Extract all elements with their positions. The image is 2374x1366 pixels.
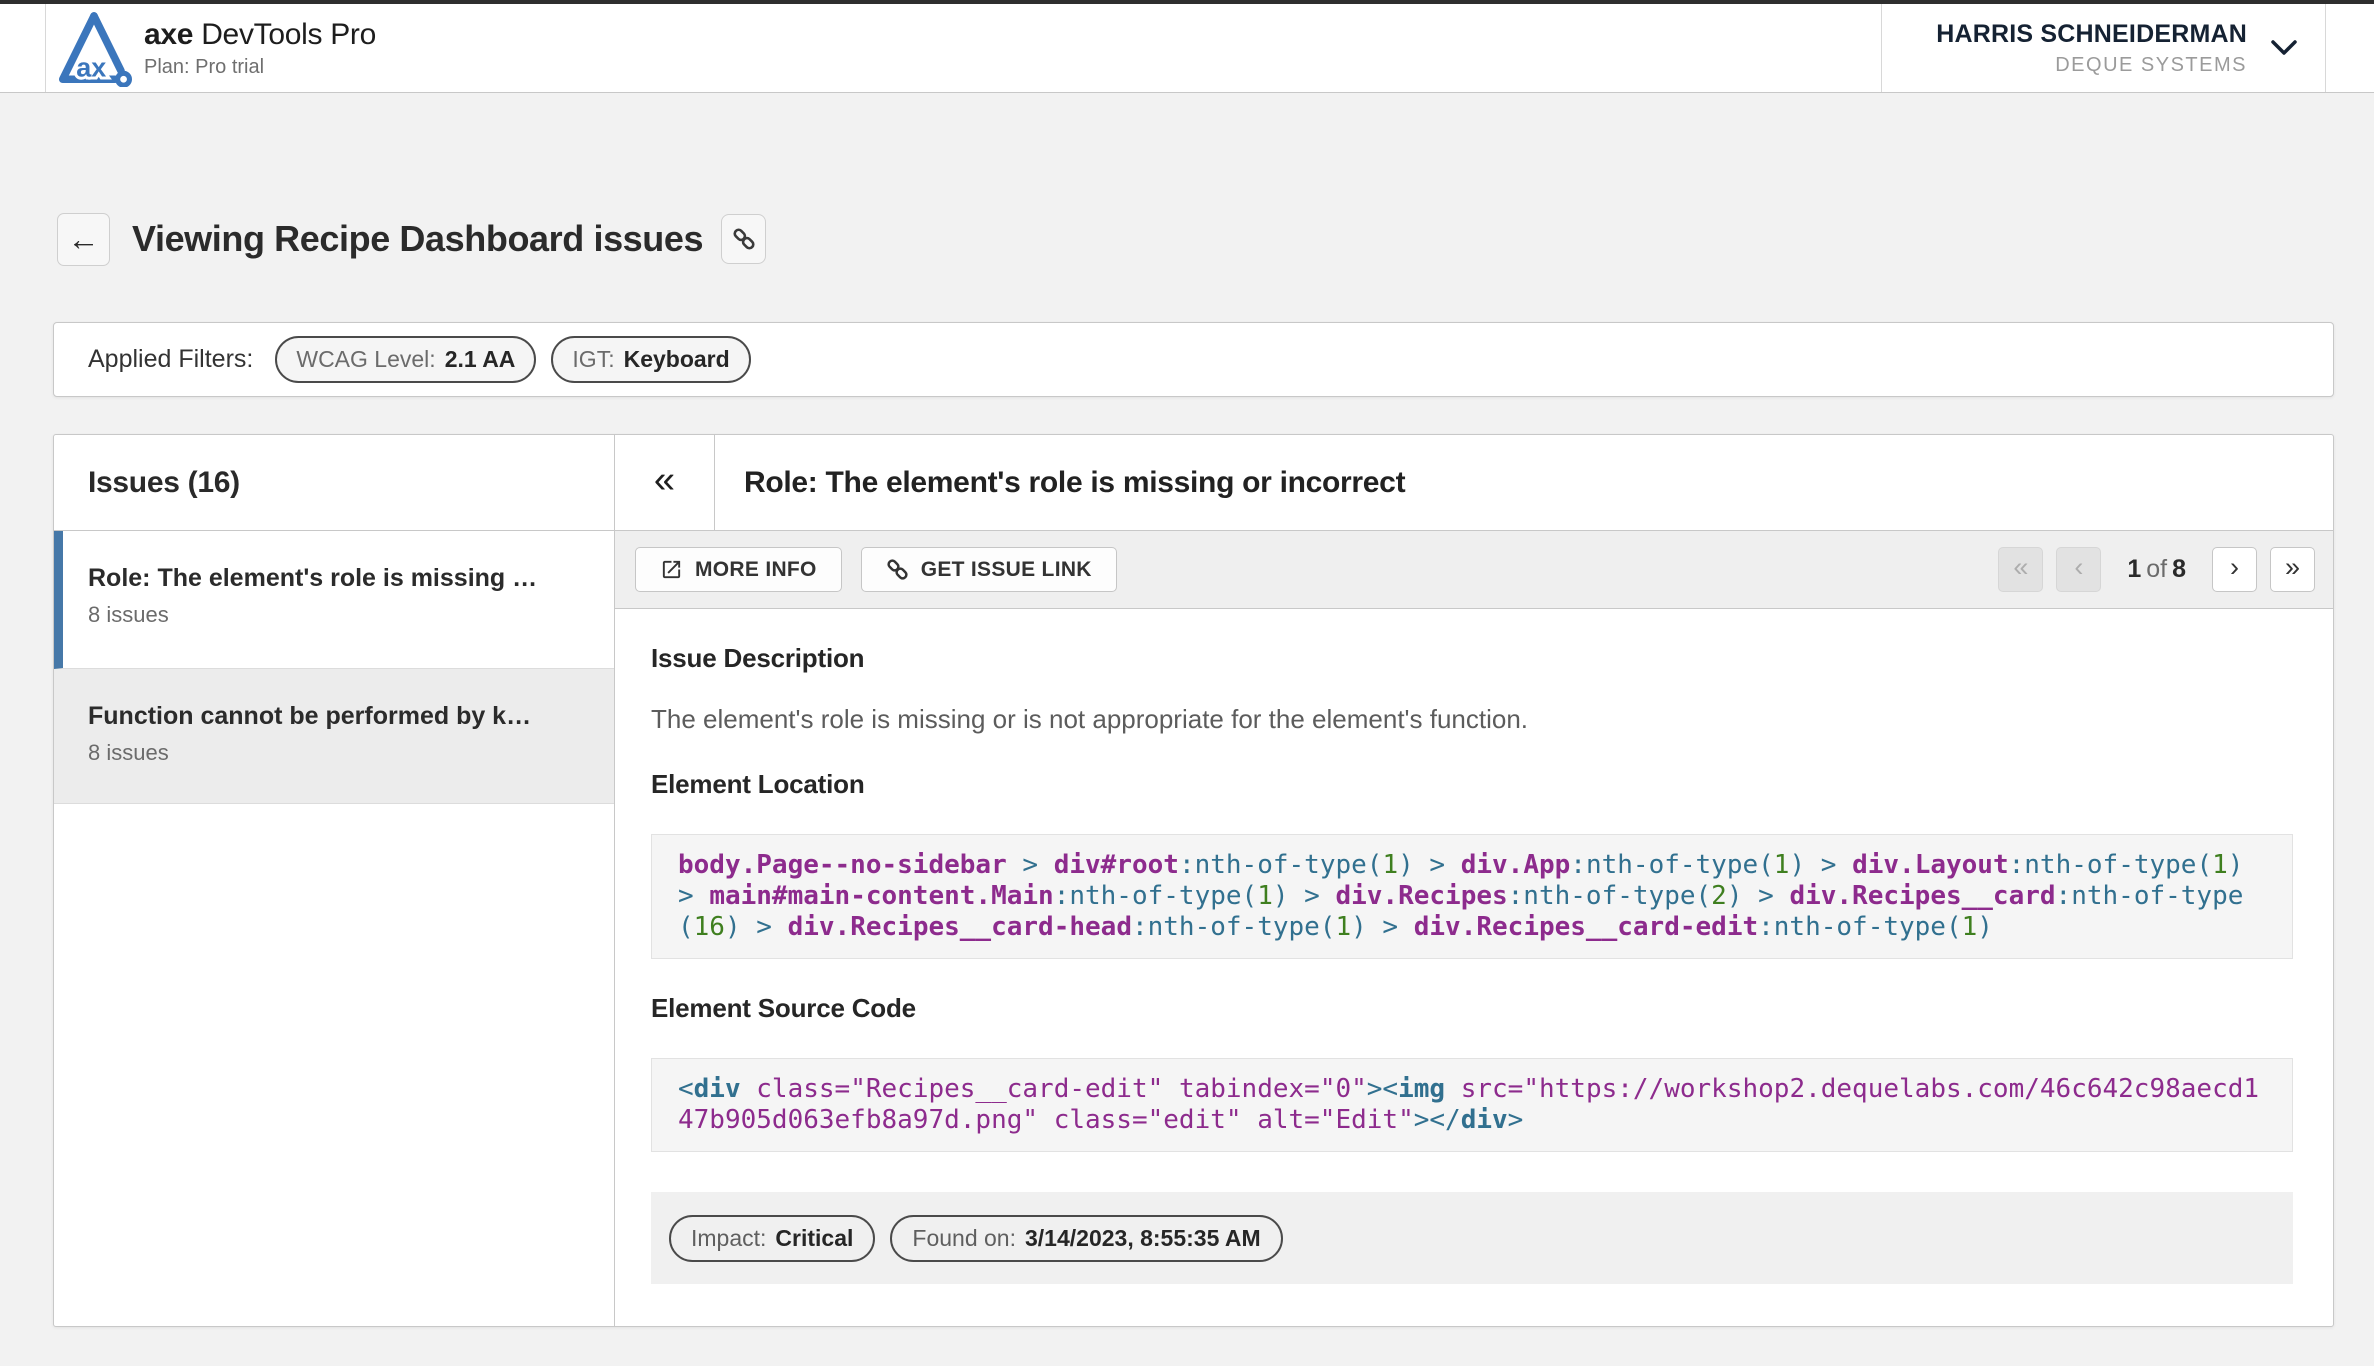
filter-chip-label: IGT: — [572, 346, 614, 373]
arrow-left-icon: ← — [68, 221, 100, 258]
applied-filters-bar: Applied Filters: WCAG Level: 2.1 AA IGT:… — [53, 322, 2334, 397]
found-on-label: Found on: — [912, 1225, 1016, 1252]
get-issue-link-label: GET ISSUE LINK — [921, 558, 1092, 582]
pagination-status: 1of8 — [2127, 555, 2186, 584]
issue-meta-strip: Impact: Critical Found on: 3/14/2023, 8:… — [651, 1192, 2293, 1284]
pagination-current: 1 — [2127, 555, 2141, 583]
page-title: Viewing Recipe Dashboard issues — [132, 218, 703, 260]
svg-text:ax: ax — [76, 53, 106, 83]
more-info-label: MORE INFO — [695, 558, 817, 582]
element-source-code: <div class="Recipes__card-edit" tabindex… — [651, 1058, 2293, 1152]
chevron-down-icon — [2269, 38, 2299, 58]
issue-toolbar: MORE INFO GET ISSUE LINK « ‹ 1of8 — [615, 531, 2333, 609]
issue-group-title: Role: The element's role is missing … — [88, 564, 586, 593]
app-title: axe DevTools Pro — [144, 18, 376, 52]
filter-chip-wcag-level[interactable]: WCAG Level: 2.1 AA — [275, 336, 536, 383]
app-title-block: axe DevTools Pro Plan: Pro trial — [144, 18, 376, 79]
filter-chip-igt[interactable]: IGT: Keyboard — [551, 336, 750, 383]
collapse-issues-list-button[interactable]: « — [615, 435, 715, 530]
pagination-of: of — [2141, 555, 2172, 583]
link-icon — [886, 558, 909, 581]
element-location-code: body.Page--no-sidebar > div#root:nth-of-… — [651, 834, 2293, 959]
issue-group-item-role[interactable]: Role: The element's role is missing … 8 … — [54, 531, 614, 669]
impact-label: Impact: — [691, 1225, 766, 1252]
filter-chip-value: 2.1 AA — [445, 346, 516, 373]
found-on-value: 3/14/2023, 8:55:35 AM — [1025, 1225, 1261, 1252]
first-issue-button: « — [1998, 547, 2043, 592]
issue-description-heading: Issue Description — [651, 643, 2293, 674]
external-link-icon — [660, 558, 683, 581]
issue-group-item-function[interactable]: Function cannot be performed by k… 8 iss… — [54, 669, 614, 804]
app-logo-brand: ax axe DevTools Pro Plan: Pro trial — [46, 4, 1881, 92]
axe-logo-icon: ax — [56, 9, 132, 87]
header-right-spacer — [2326, 4, 2374, 92]
issue-detail-header: « Role: The element's role is missing or… — [615, 435, 2333, 531]
issue-detail-body: Issue Description The element's role is … — [615, 609, 2333, 1326]
issue-group-count: 8 issues — [88, 740, 586, 766]
issues-list-sidebar: Issues (16) Role: The element's role is … — [54, 435, 615, 1326]
found-on-badge: Found on: 3/14/2023, 8:55:35 AM — [890, 1215, 1282, 1262]
issue-group-count: 8 issues — [88, 602, 586, 628]
user-text-block: HARRIS SCHNEIDERMAN DEQUE SYSTEMS — [1936, 20, 2247, 77]
page-title-row: ← Viewing Recipe Dashboard issues — [57, 212, 2374, 266]
pagination-total: 8 — [2172, 555, 2186, 583]
app-title-bold: axe — [144, 18, 193, 51]
element-source-heading: Element Source Code — [651, 993, 2293, 1024]
filter-chip-value: Keyboard — [624, 346, 730, 373]
impact-badge: Impact: Critical — [669, 1215, 875, 1262]
user-name: HARRIS SCHNEIDERMAN — [1936, 20, 2247, 49]
issue-title: Role: The element's role is missing or i… — [715, 435, 1405, 530]
issues-panel: Issues (16) Role: The element's role is … — [53, 434, 2334, 1327]
back-button[interactable]: ← — [57, 213, 110, 266]
last-issue-button[interactable]: » — [2270, 547, 2315, 592]
chevrons-left-icon: « — [654, 461, 675, 499]
chevrons-left-icon: « — [2013, 554, 2028, 581]
copy-page-link-button[interactable] — [721, 214, 766, 264]
impact-value: Critical — [775, 1225, 853, 1252]
header-left-divider — [0, 4, 46, 92]
chevron-right-icon: › — [2230, 554, 2239, 581]
issue-pagination: « ‹ 1of8 › » — [1998, 547, 2315, 592]
get-issue-link-button[interactable]: GET ISSUE LINK — [861, 547, 1117, 592]
previous-issue-button: ‹ — [2056, 547, 2101, 592]
chevron-left-icon: ‹ — [2074, 554, 2083, 581]
element-location-heading: Element Location — [651, 769, 2293, 800]
issues-list-title: Issues (16) — [54, 435, 614, 531]
issue-group-title: Function cannot be performed by k… — [88, 702, 586, 731]
link-icon — [732, 227, 756, 251]
plan-label: Plan: Pro trial — [144, 56, 376, 79]
applied-filters-label: Applied Filters: — [88, 345, 253, 374]
app-header: ax axe DevTools Pro Plan: Pro trial HARR… — [0, 4, 2374, 93]
app-title-rest: DevTools Pro — [193, 18, 376, 51]
issue-detail-pane: « Role: The element's role is missing or… — [615, 435, 2333, 1326]
more-info-button[interactable]: MORE INFO — [635, 547, 842, 592]
issue-description-text: The element's role is missing or is not … — [651, 704, 2293, 735]
next-issue-button[interactable]: › — [2212, 547, 2257, 592]
chevrons-right-icon: » — [2285, 554, 2300, 581]
filter-chip-label: WCAG Level: — [296, 346, 435, 373]
user-org: DEQUE SYSTEMS — [1936, 54, 2247, 77]
user-menu-button[interactable]: HARRIS SCHNEIDERMAN DEQUE SYSTEMS — [1881, 4, 2326, 92]
